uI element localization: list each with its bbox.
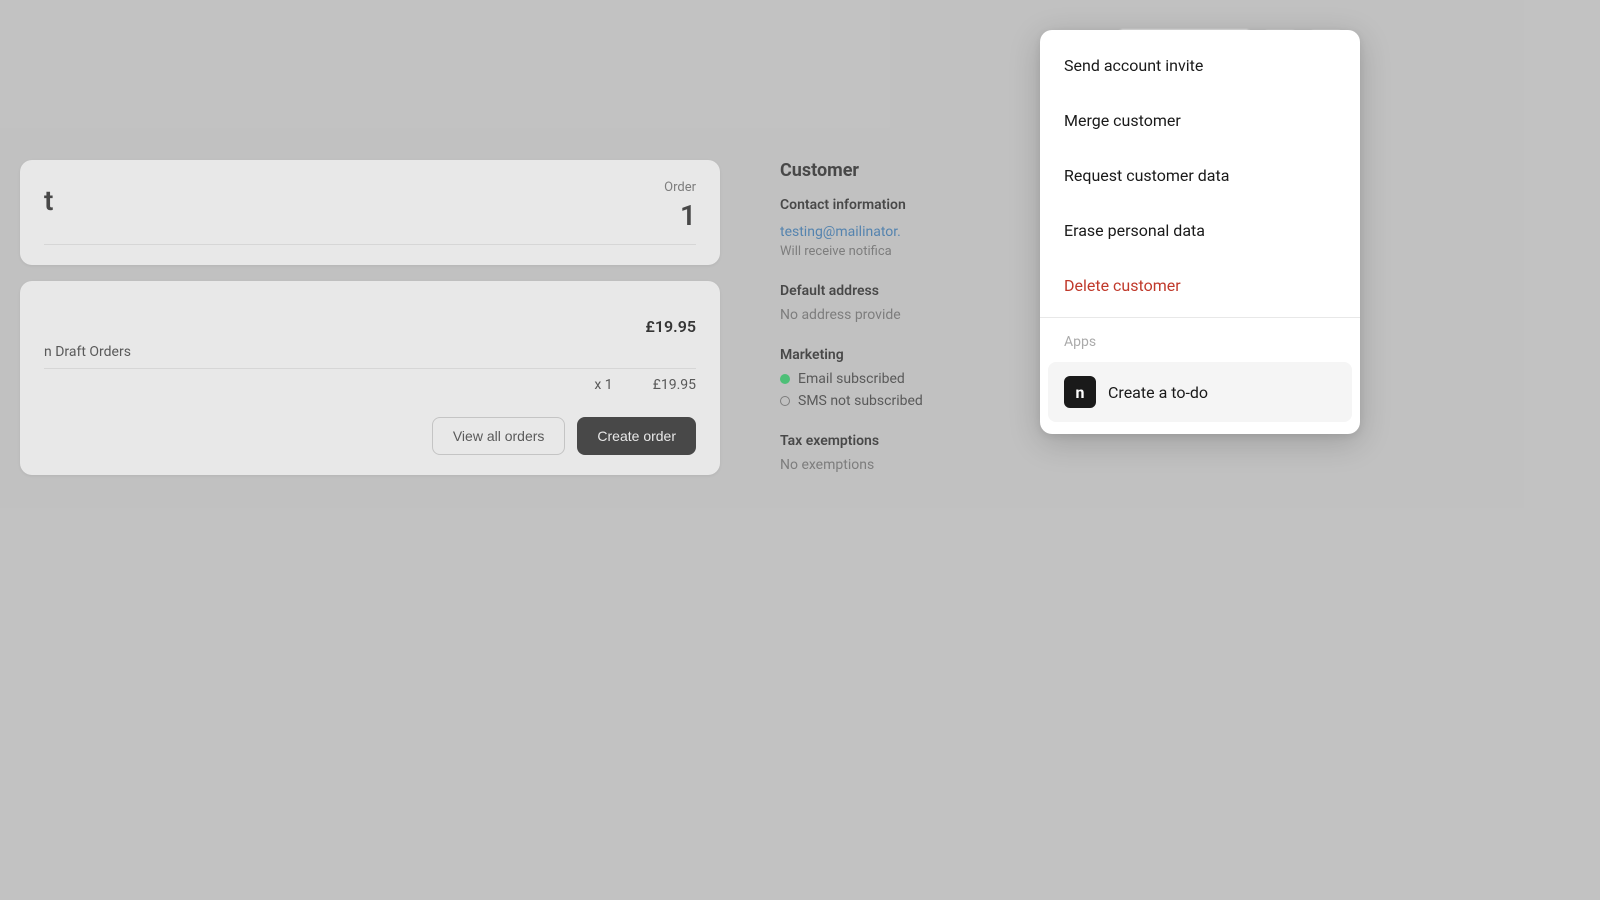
- delete-customer-item[interactable]: Delete customer: [1040, 258, 1360, 313]
- apps-section-label: Apps: [1040, 322, 1360, 358]
- erase-personal-data-item[interactable]: Erase personal data: [1040, 203, 1360, 258]
- request-customer-data-item[interactable]: Request customer data: [1040, 148, 1360, 203]
- create-todo-item[interactable]: n Create a to-do: [1048, 362, 1352, 422]
- dropdown-divider: [1040, 317, 1360, 318]
- dropdown-overlay: [0, 0, 1600, 900]
- send-account-invite-item[interactable]: Send account invite: [1040, 38, 1360, 93]
- app-icon: n: [1064, 376, 1096, 408]
- more-actions-dropdown: Send account invite Merge customer Reque…: [1040, 30, 1360, 434]
- create-todo-label: Create a to-do: [1108, 383, 1208, 402]
- merge-customer-item[interactable]: Merge customer: [1040, 93, 1360, 148]
